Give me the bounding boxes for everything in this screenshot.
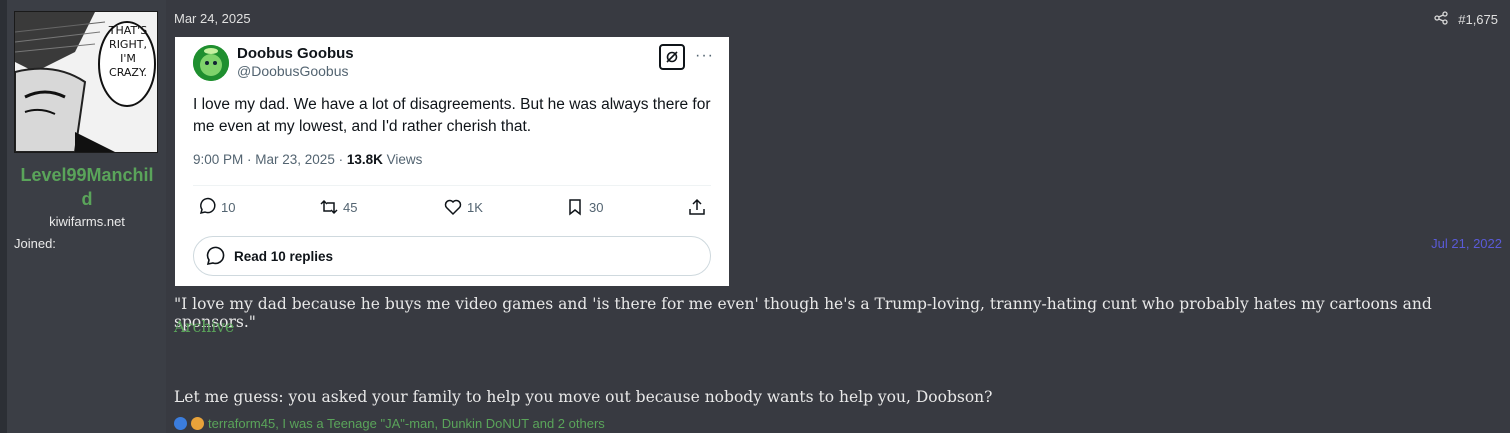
reply-icon: [199, 197, 216, 215]
username-link[interactable]: Level99Manchil d: [14, 163, 160, 211]
share-tweet-button[interactable]: [687, 197, 707, 217]
embedded-tweet[interactable]: Doobus Goobus @DoobusGoobus ··· I love m…: [175, 37, 729, 286]
read-replies-button[interactable]: Read 10 replies: [193, 236, 711, 276]
joined-date: Jul 21, 2022: [1431, 236, 1502, 251]
sidebar-edge: [0, 0, 7, 433]
avatar-caption: THAT'S RIGHT, I'M CRAZY.: [108, 24, 148, 79]
archive-link[interactable]: Archive: [174, 318, 234, 336]
reactions-bar[interactable]: terraform45, I was a Teenage "JA"-man, D…: [174, 416, 605, 431]
post-date-link[interactable]: Mar 24, 2025: [174, 11, 251, 26]
post-quote-text: "I love my dad because he buys me video …: [174, 295, 1432, 331]
share-icon[interactable]: [1434, 11, 1448, 28]
retweet-icon: [320, 199, 338, 215]
user-avatar[interactable]: THAT'S RIGHT, I'M CRAZY.: [14, 11, 158, 153]
tweet-avatar[interactable]: [193, 45, 229, 81]
tweet-views-label: Views: [382, 152, 423, 167]
like-reaction-icon: [174, 417, 187, 430]
tweet-handle[interactable]: @DoobusGoobus: [237, 63, 349, 79]
reactions-list[interactable]: terraform45, I was a Teenage "JA"-man, D…: [208, 416, 605, 431]
tweet-timestamp[interactable]: 9:00 PM · Mar 23, 2025 · 13.8K Views: [193, 152, 422, 167]
more-options-icon[interactable]: ···: [695, 47, 714, 65]
tweet-text: I love my dad. We have a lot of disagree…: [193, 96, 711, 135]
grok-icon[interactable]: [659, 44, 685, 70]
post-number-link[interactable]: #1,675: [1458, 12, 1498, 27]
tweet-divider: [193, 185, 711, 186]
read-replies-label: Read 10 replies: [234, 248, 334, 264]
username-line-1: Level99Manchil: [20, 165, 154, 185]
tweet-views-count: 13.8K: [346, 152, 383, 167]
user-title: kiwifarms.net: [49, 214, 125, 229]
bookmark-button[interactable]: 30: [565, 197, 603, 217]
bookmark-count: 30: [589, 199, 604, 215]
bookmark-icon: [569, 199, 581, 216]
tweet-display-name[interactable]: Doobus Goobus: [237, 45, 354, 62]
username-line-2: d: [81, 189, 93, 209]
retweet-count: 45: [343, 199, 358, 215]
heart-icon: [444, 199, 462, 216]
reply-button[interactable]: 10: [197, 197, 235, 217]
retweet-button[interactable]: 45: [319, 197, 357, 217]
like-count: 1K: [467, 199, 483, 215]
post-meta: #1,675: [1434, 11, 1498, 28]
winner-reaction-icon: [191, 417, 204, 430]
reply-bubble-icon: [206, 246, 225, 266]
post-text-line: Let me guess: you asked your family to h…: [174, 388, 993, 406]
upload-icon: [689, 198, 705, 215]
tweet-actions: 10 45 1K 30: [193, 197, 713, 221]
like-button[interactable]: 1K: [443, 197, 483, 217]
reply-count: 10: [221, 199, 236, 215]
tweet-time: 9:00 PM · Mar 23, 2025 ·: [193, 152, 347, 167]
joined-label: Joined:: [14, 236, 56, 251]
